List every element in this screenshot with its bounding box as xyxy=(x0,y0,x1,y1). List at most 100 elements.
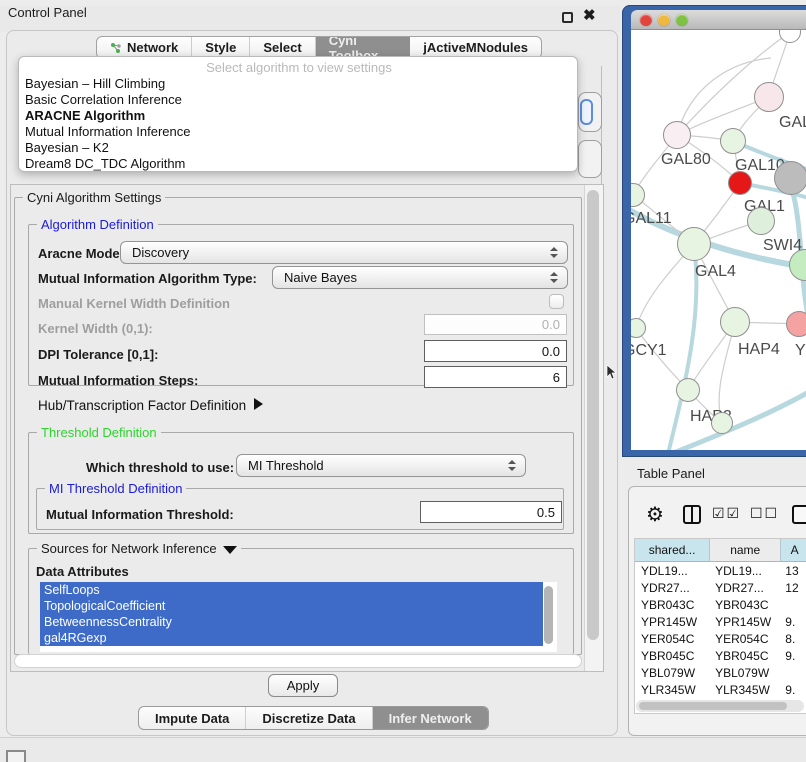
attribute-list-item[interactable]: TopologicalCoefficient xyxy=(40,598,543,614)
network-node[interactable] xyxy=(677,227,711,261)
hidden-combo-fragment-2 xyxy=(578,140,602,178)
aracne-mode-combo[interactable]: Discovery xyxy=(120,241,568,264)
table-body: YDL19...YDL19...13YDR27...YDR27...12YBR0… xyxy=(635,562,806,714)
table-row[interactable]: YPR145WYPR145W9. xyxy=(635,613,806,630)
minimize-traffic-light-icon[interactable] xyxy=(658,14,670,26)
zoom-traffic-light-icon[interactable] xyxy=(676,14,688,26)
algorithm-dropdown[interactable]: Select algorithm to view settings Bayesi… xyxy=(18,56,578,172)
attributes-list-scrollbar[interactable] xyxy=(544,586,553,644)
control-panel-title: Control Panel xyxy=(8,5,87,20)
table-row[interactable]: YBR045CYBR045C9. xyxy=(635,647,806,664)
manual-kernel-width-checkbox[interactable] xyxy=(549,294,564,309)
node-label: GAL11 xyxy=(631,210,672,228)
network-node[interactable] xyxy=(631,318,646,338)
settings-vscrollbar-thumb[interactable] xyxy=(587,190,599,640)
hub-tf-definition-toggle[interactable]: Hub/Transcription Factor Definition xyxy=(38,398,263,413)
column-header-partial[interactable]: A xyxy=(781,539,806,561)
network-node[interactable] xyxy=(728,171,752,195)
float-panel-icon[interactable] xyxy=(562,12,573,23)
tab-cyni-toolbox[interactable]: Cyni Toolbox xyxy=(316,37,411,58)
table-panel-title: Table Panel xyxy=(637,466,705,481)
network-node[interactable] xyxy=(631,183,645,207)
tab-impute-label: Impute Data xyxy=(155,711,229,726)
attribute-list-item[interactable]: gal4RGexp xyxy=(40,630,543,646)
network-canvas[interactable]: GALGAL80GAL10GAL1GAL11SWI4GAL4GCY1HAP4YH… xyxy=(631,30,806,450)
table-row[interactable]: YBR043CYBR043C xyxy=(635,596,806,613)
algorithm-dropdown-list: Bayesian – Hill ClimbingBasic Correlatio… xyxy=(25,76,573,172)
tab-discretize-data[interactable]: Discretize Data xyxy=(246,707,372,729)
mi-steps-field[interactable]: 6 xyxy=(424,366,567,388)
algorithm-option[interactable]: ARACNE Algorithm xyxy=(25,108,573,124)
dpi-tolerance-label: DPI Tolerance [0,1]: xyxy=(38,347,158,362)
data-attributes-list[interactable]: SelfLoopsTopologicalCoefficientBetweenne… xyxy=(40,582,557,652)
close-traffic-light-icon[interactable] xyxy=(640,14,652,26)
gear-icon[interactable]: ⚙ xyxy=(646,502,664,527)
table-row[interactable]: YER054CYER054C8. xyxy=(635,630,806,647)
network-node[interactable] xyxy=(676,378,700,402)
kernel-width-field[interactable]: 0.0 xyxy=(424,314,567,335)
table-cell: 8. xyxy=(781,632,806,646)
column-header-shared-name[interactable]: shared... xyxy=(635,539,710,561)
tab-impute-data[interactable]: Impute Data xyxy=(139,707,246,729)
tab-style[interactable]: Style xyxy=(192,37,250,58)
network-node[interactable] xyxy=(747,207,775,235)
mi-steps-value: 6 xyxy=(553,370,560,385)
network-window-titlebar[interactable] xyxy=(631,10,806,30)
tab-jactivemodules[interactable]: jActiveMNodules xyxy=(410,37,541,58)
network-node[interactable] xyxy=(663,121,691,149)
table-row[interactable]: YDL19...YDL19...13 xyxy=(635,562,806,579)
table-hscrollbar-thumb[interactable] xyxy=(639,702,787,710)
table-cell: 13 xyxy=(781,564,806,578)
tab-network-label: Network xyxy=(127,40,178,55)
bottom-left-panel-icon[interactable] xyxy=(6,750,26,762)
table-row[interactable]: YBL079WYBL079W xyxy=(635,664,806,681)
algorithm-option[interactable]: Basic Correlation Inference xyxy=(25,92,573,108)
node-label: GAL80 xyxy=(661,151,711,169)
sources-group-title[interactable]: Sources for Network Inference xyxy=(37,541,241,556)
table-function-icon[interactable] xyxy=(792,505,806,524)
mi-algorithm-type-combo[interactable]: Naive Bayes xyxy=(272,266,568,289)
algorithm-option[interactable]: Bayesian – Hill Climbing xyxy=(25,76,573,92)
algorithm-option[interactable]: Mutual Information Inference xyxy=(25,124,573,140)
combo-spinner-icon xyxy=(508,460,516,471)
network-canvas-nodes: GALGAL80GAL10GAL1GAL11SWI4GAL4GCY1HAP4YH… xyxy=(631,30,806,450)
select-all-checks-icon[interactable]: ☑☑ xyxy=(712,505,741,522)
tab-style-label: Style xyxy=(205,40,236,55)
table-cell: YLR345W xyxy=(710,683,781,697)
settings-hscrollbar[interactable] xyxy=(14,654,582,668)
network-node[interactable] xyxy=(720,128,746,154)
mi-threshold-field[interactable]: 0.5 xyxy=(420,501,562,523)
network-node[interactable] xyxy=(754,82,784,112)
hub-tf-definition-label: Hub/Transcription Factor Definition xyxy=(38,398,246,413)
close-panel-icon[interactable]: ✖ xyxy=(583,6,596,24)
network-node[interactable] xyxy=(779,30,801,43)
table-row[interactable]: YLR345WYLR345W9. xyxy=(635,681,806,698)
tab-select[interactable]: Select xyxy=(250,37,315,58)
table-cell: YLR345W xyxy=(635,683,710,697)
which-threshold-label: Which threshold to use: xyxy=(86,460,234,475)
network-tab-icon xyxy=(110,42,122,54)
apply-button[interactable]: Apply xyxy=(268,674,338,697)
node-label: GAL4 xyxy=(695,263,736,281)
column-header-name[interactable]: name xyxy=(710,539,781,561)
threshold-definition-title: Threshold Definition xyxy=(37,425,161,440)
attribute-list-item[interactable]: SelfLoops xyxy=(40,582,543,598)
table-cell: YPR145W xyxy=(635,615,710,629)
table-cell: 9. xyxy=(781,649,806,663)
network-node[interactable] xyxy=(774,161,806,195)
network-node[interactable] xyxy=(711,412,733,434)
tab-infer-network[interactable]: Infer Network xyxy=(373,707,488,729)
attribute-list-item[interactable]: BetweennessCentrality xyxy=(40,614,543,630)
dpi-tolerance-field[interactable]: 0.0 xyxy=(424,340,567,362)
algorithm-option[interactable]: Dream8 DC_TDC Algorithm xyxy=(25,156,573,172)
table-row[interactable]: YDR27...YDR27...12 xyxy=(635,579,806,596)
which-threshold-value: MI Threshold xyxy=(248,458,324,473)
which-threshold-combo[interactable]: MI Threshold xyxy=(236,454,526,477)
columns-icon[interactable] xyxy=(683,505,701,524)
network-node[interactable] xyxy=(786,311,806,337)
network-node[interactable] xyxy=(720,307,750,337)
table-cell: YBR045C xyxy=(710,649,781,663)
algorithm-option[interactable]: Bayesian – K2 xyxy=(25,140,573,156)
clear-all-checks-icon[interactable]: ☐☐ xyxy=(750,505,779,522)
tab-network[interactable]: Network xyxy=(97,37,192,58)
